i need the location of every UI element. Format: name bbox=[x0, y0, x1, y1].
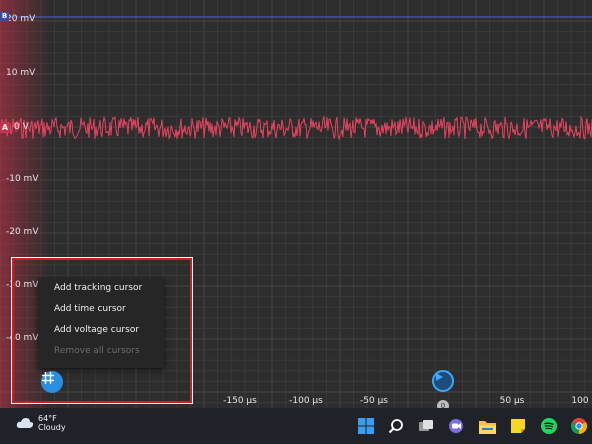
oscilloscope-display[interactable]: 20 mV 10 mV 0 V -10 mV -20 mV -30 mV -40… bbox=[0, 0, 592, 408]
chat-icon[interactable] bbox=[446, 416, 466, 436]
y-axis-label: -10 mV bbox=[6, 174, 39, 184]
chrome-icon[interactable] bbox=[569, 416, 589, 436]
windows-taskbar: 64°F Cloudy bbox=[0, 408, 592, 444]
menu-item-remove-all-cursors: Remove all cursors bbox=[54, 346, 140, 356]
weather-description: Cloudy bbox=[38, 423, 66, 432]
channel-b-marker[interactable]: B bbox=[0, 12, 9, 21]
menu-item-add-time-cursor[interactable]: Add time cursor bbox=[38, 299, 164, 320]
x-axis-label: -150 µs bbox=[223, 396, 257, 406]
x-axis-label: 50 µs bbox=[499, 396, 525, 406]
sticky-notes-icon[interactable] bbox=[508, 416, 528, 436]
menu-item-add-tracking-cursor[interactable]: Add tracking cursor bbox=[38, 278, 164, 299]
cloud-icon bbox=[16, 418, 34, 428]
play-icon bbox=[436, 373, 443, 381]
menu-item-add-voltage-cursor[interactable]: Add voltage cursor bbox=[38, 320, 164, 341]
windows-start-icon[interactable] bbox=[356, 416, 376, 436]
y-axis-label: -20 mV bbox=[6, 227, 39, 237]
run-button[interactable] bbox=[432, 370, 454, 392]
spotify-icon[interactable] bbox=[539, 416, 559, 436]
weather-temperature: 64°F bbox=[38, 414, 57, 423]
y-axis-label: 20 mV bbox=[6, 14, 36, 24]
channel-a-marker[interactable]: A bbox=[0, 122, 10, 133]
y-axis-label: 0 V bbox=[14, 122, 29, 132]
y-axis-label: 10 mV bbox=[6, 68, 36, 78]
grid-cursor-icon bbox=[42, 372, 54, 384]
x-axis-label: -50 µs bbox=[360, 396, 388, 406]
x-axis-label: -100 µs bbox=[289, 396, 323, 406]
cursor-context-menu: Add tracking cursor Add time cursor Add … bbox=[38, 278, 164, 368]
trigger-position-marker[interactable]: 0 bbox=[437, 400, 449, 408]
weather-widget[interactable]: 64°F Cloudy bbox=[16, 414, 66, 432]
x-axis-label: 100 bbox=[571, 396, 589, 406]
search-icon[interactable] bbox=[386, 416, 406, 436]
task-view-icon[interactable] bbox=[416, 416, 436, 436]
file-explorer-icon[interactable] bbox=[477, 416, 497, 436]
cursor-tool-button[interactable] bbox=[41, 371, 63, 393]
